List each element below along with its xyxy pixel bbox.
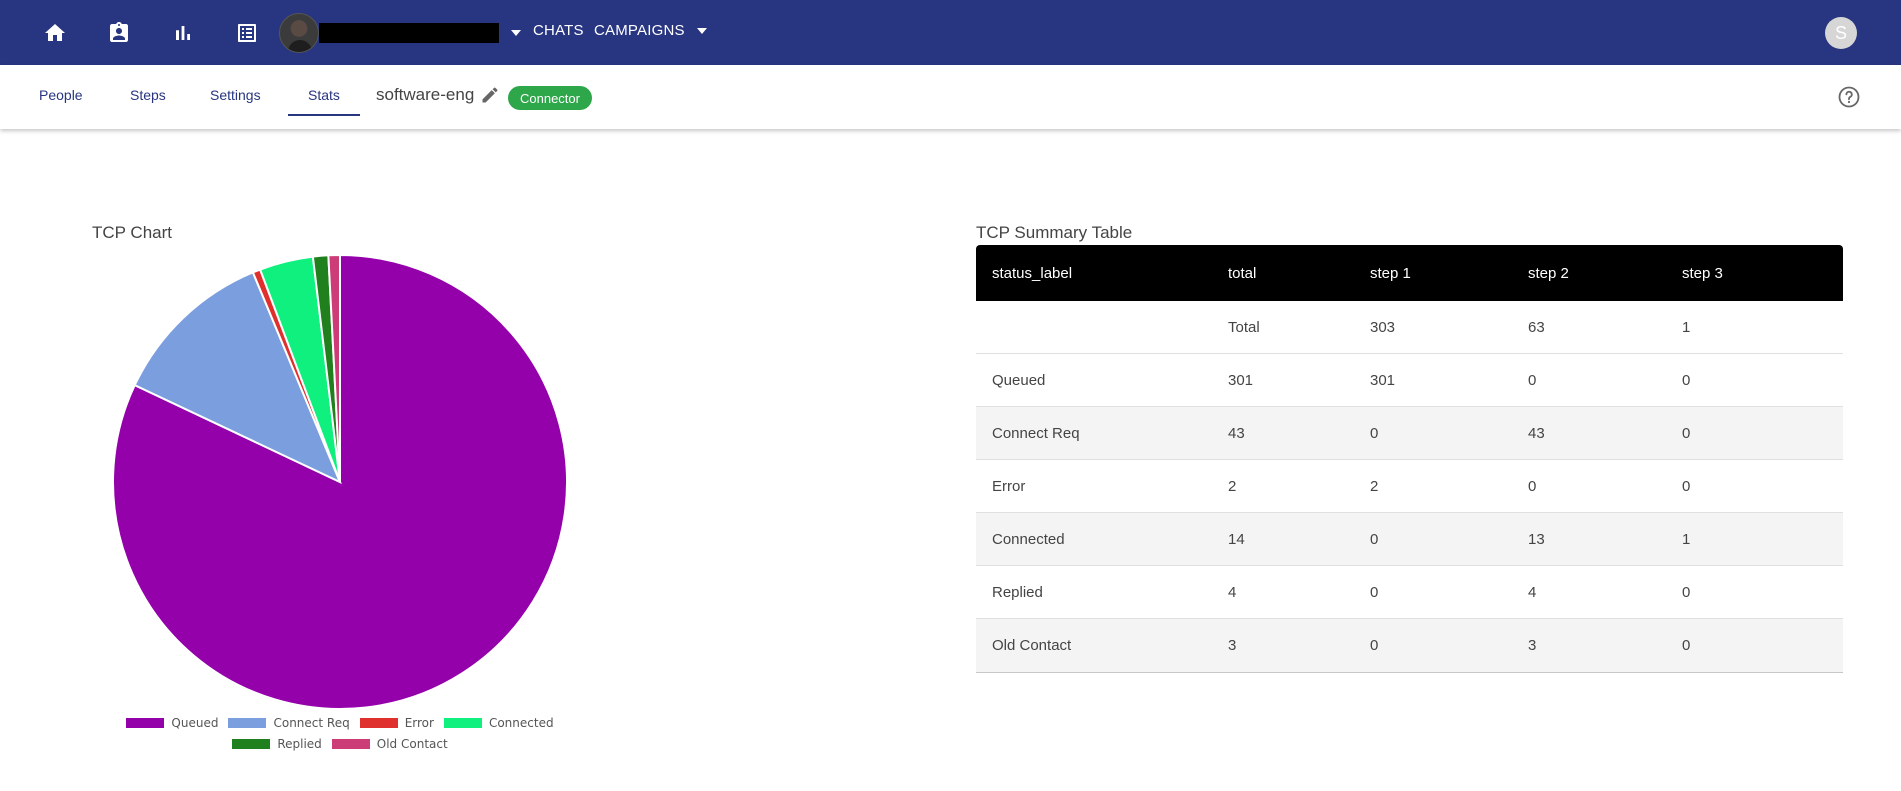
column-header[interactable]: step 1 — [1370, 265, 1528, 282]
table-cell: 1 — [1682, 318, 1691, 336]
summary-table: status_label total step 1 step 2 step 3 … — [976, 245, 1843, 673]
legend-item[interactable]: Error — [359, 716, 434, 730]
legend-label: Queued — [171, 716, 219, 730]
table-row: Queued 301 301 0 0 — [976, 354, 1843, 407]
chart-legend: Queued Connect Req Error Connected Replied O… — [100, 716, 580, 758]
table-cell: 301 — [1370, 371, 1396, 389]
pie-chart — [112, 253, 568, 710]
table-row: Connected 14 0 13 1 — [976, 513, 1843, 566]
table-cell: 303 — [1370, 318, 1396, 336]
chart-title: TCP Chart — [92, 223, 172, 242]
legend-swatch — [232, 739, 271, 749]
table-cell: 2 — [1370, 477, 1379, 495]
table-cell: 0 — [1528, 477, 1537, 495]
redacted-username — [319, 23, 499, 43]
legend-swatch — [443, 718, 482, 728]
legend-swatch — [228, 718, 267, 728]
table-cell: 0 — [1682, 477, 1691, 495]
table-cell: 301 — [1228, 371, 1254, 389]
table-cell: Queued — [992, 371, 1046, 389]
table-title: TCP Summary Table — [976, 223, 1133, 242]
legend-item[interactable]: Replied — [232, 737, 322, 751]
bar-chart-icon[interactable] — [168, 18, 198, 48]
table-cell: 3 — [1528, 637, 1537, 654]
table-cell: Error — [992, 477, 1026, 495]
legend-item[interactable]: Connect Req — [228, 716, 350, 730]
help-icon[interactable] — [1837, 85, 1861, 109]
legend-label: Connect Req — [273, 716, 350, 730]
table-cell: 0 — [1370, 583, 1379, 601]
table-cell: 0 — [1682, 371, 1691, 389]
list-icon[interactable] — [232, 18, 262, 48]
campaign-name: software-eng — [376, 85, 475, 104]
tab-steps[interactable]: Steps — [130, 87, 166, 103]
legend-swatch — [359, 718, 398, 728]
table-cell: Total — [1228, 318, 1260, 336]
legend-swatch — [126, 718, 165, 728]
profile-avatar-button[interactable]: S — [1825, 17, 1857, 49]
legend-label: Replied — [277, 737, 322, 751]
status-badge: Connector — [508, 86, 592, 110]
table-row: Connect Req 43 0 43 0 — [976, 407, 1843, 460]
table-cell: 0 — [1682, 637, 1691, 654]
active-tab-indicator — [288, 114, 360, 116]
table-cell: 0 — [1370, 637, 1379, 654]
legend-row: Replied Old Contact — [100, 737, 580, 751]
table-cell: 14 — [1228, 530, 1245, 548]
legend-label: Old Contact — [376, 737, 448, 751]
legend-label: Connected — [488, 716, 554, 730]
table-cell: 3 — [1228, 637, 1237, 654]
table-cell: Replied — [992, 583, 1043, 601]
table-cell: 13 — [1528, 530, 1545, 548]
table-cell: 2 — [1228, 477, 1237, 495]
legend-row: Queued Connect Req Error Connected — [100, 716, 580, 730]
table-cell: 0 — [1370, 530, 1379, 548]
table-cell: 63 — [1528, 318, 1545, 336]
table-cell: 1 — [1682, 530, 1691, 548]
top-navigation-bar: CHATS CAMPAIGNS S — [0, 0, 1901, 65]
table-cell: 4 — [1228, 583, 1237, 601]
table-cell: 0 — [1682, 583, 1691, 601]
chats-link[interactable]: CHATS — [533, 22, 584, 39]
tab-people[interactable]: People — [39, 87, 83, 103]
table-cell: 43 — [1528, 424, 1545, 442]
table-cell: 0 — [1370, 424, 1379, 442]
legend-swatch — [331, 739, 370, 749]
tab-stats[interactable]: Stats — [308, 87, 340, 103]
table-cell: Old Contact — [992, 637, 1072, 654]
home-icon[interactable] — [40, 18, 70, 48]
contacts-icon[interactable] — [104, 18, 134, 48]
campaign-subnav: People Steps Settings Stats software-eng… — [0, 65, 1901, 129]
tab-settings[interactable]: Settings — [210, 87, 261, 103]
legend-item[interactable]: Queued — [126, 716, 218, 730]
column-header[interactable]: step 2 — [1528, 265, 1682, 282]
column-header[interactable]: step 3 — [1682, 265, 1843, 282]
campaigns-menu[interactable]: CAMPAIGNS — [594, 22, 707, 39]
table-cell: Connected — [992, 530, 1065, 548]
legend-label: Error — [404, 716, 434, 730]
legend-item[interactable]: Old Contact — [331, 737, 448, 751]
user-menu[interactable] — [279, 13, 521, 53]
chevron-down-icon — [511, 30, 521, 36]
table-row: Total 303 63 1 — [976, 301, 1843, 354]
legend-item[interactable]: Connected — [443, 716, 554, 730]
table-cell: 43 — [1228, 424, 1245, 442]
edit-pencil-icon[interactable] — [480, 85, 502, 107]
column-header[interactable]: status_label — [976, 265, 1228, 282]
table-row: Replied 4 0 4 0 — [976, 566, 1843, 619]
table-cell: 4 — [1528, 583, 1537, 601]
chevron-down-icon — [696, 27, 707, 34]
table-cell: 0 — [1528, 371, 1537, 389]
table-row: Old Contact 3 0 3 0 — [976, 619, 1843, 672]
column-header[interactable]: total — [1228, 265, 1370, 282]
table-cell: Connect Req — [992, 424, 1080, 442]
table-row: Error 2 2 0 0 — [976, 460, 1843, 513]
campaigns-label: CAMPAIGNS — [594, 22, 685, 39]
avatar — [279, 13, 319, 53]
table-cell: 0 — [1682, 424, 1691, 442]
table-header: status_label total step 1 step 2 step 3 — [976, 245, 1843, 301]
